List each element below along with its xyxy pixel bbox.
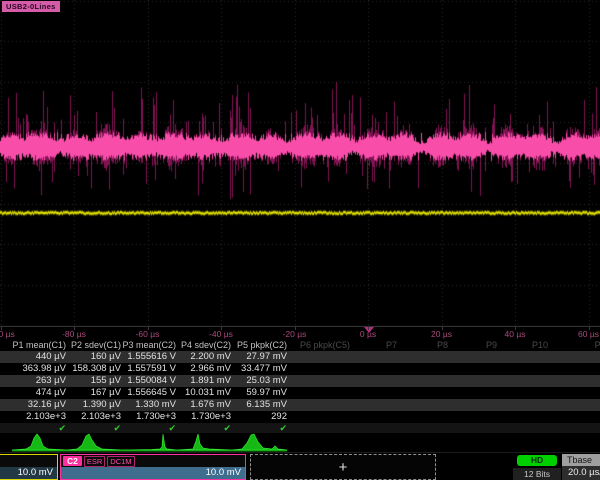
time-tick-label: 60 µs	[578, 329, 599, 339]
waveform-graticule[interactable]	[0, 0, 600, 327]
time-tick-label: 0 µs	[360, 329, 376, 339]
measure-cell: 6.135 mV	[209, 399, 287, 411]
measure-value-row: 474 µV167 µV1.556645 V10.031 mV59.97 mV	[0, 387, 600, 399]
channel-c2-descriptor[interactable]: C2 ESR DC1M 10.0 mV	[60, 454, 246, 480]
measure-cell: 292	[209, 411, 287, 423]
parameter-histicons	[0, 433, 600, 452]
c2-vertical-scale: 10.0 mV	[61, 467, 245, 479]
measure-value-row: 440 µV160 µV1.555616 V2.200 mV27.97 mV	[0, 351, 600, 363]
measure-header-row: P1 mean(C1)P2 sdev(C1)P3 mean(C2)P4 sdev…	[0, 340, 600, 351]
measure-value-row: 363.98 µV158.308 µV1.557591 V2.966 mV33.…	[0, 363, 600, 375]
measure-status-row: ✔✔✔✔✔	[0, 423, 600, 433]
trace-label[interactable]: USB2-0Lines	[2, 1, 60, 12]
channel-c1-descriptor[interactable]: C1 ESR DC1M 10.0 mV	[0, 454, 58, 480]
timebase-scale: 20.0 µs/div	[562, 466, 600, 480]
measure-value-row: 32.16 µV1.390 µV1.330 mV1.676 mV6.135 mV	[0, 399, 600, 411]
time-tick-label: -100 µs	[0, 329, 15, 339]
measure-cell: 59.97 mV	[209, 387, 287, 399]
time-tick-label: 40 µs	[505, 329, 526, 339]
measure-param-header[interactable]: P11	[532, 340, 600, 351]
c1-vertical-scale: 10.0 mV	[0, 467, 57, 479]
P3-histicon[interactable]	[122, 434, 177, 452]
measurement-table: P1 mean(C1)P2 sdev(C1)P3 mean(C2)P4 sdev…	[0, 340, 600, 433]
c2-esr-chip: ESR	[84, 456, 105, 467]
descriptor-row: C1 ESR DC1M 10.0 mV C2 ESR DC1M 10.0 mV …	[0, 452, 600, 480]
time-tick-label: -60 µs	[136, 329, 160, 339]
measure-cell: 25.03 mV	[209, 375, 287, 387]
time-tick-label: -80 µs	[62, 329, 86, 339]
adc-bits-label: 12 Bits	[513, 468, 561, 480]
time-axis: -100 µs -80 µs -60 µs -40 µs -20 µs 0 µs 20 µs…	[0, 327, 600, 340]
P2-histicon[interactable]	[67, 434, 122, 452]
c2-coupling-chip: DC1M	[107, 456, 134, 467]
timebase-box[interactable]: Tbase 20.0 µs/div	[562, 454, 600, 480]
P1-histicon[interactable]	[12, 434, 67, 452]
P5-histicon[interactable]	[232, 434, 287, 452]
status-check-icon: ✔	[209, 423, 287, 433]
timebase-title: Tbase	[562, 454, 600, 466]
measure-value-row: 263 µV155 µV1.550084 V1.891 mV25.03 mV	[0, 375, 600, 387]
time-tick-label: 20 µs	[431, 329, 452, 339]
P4-histicon[interactable]	[177, 434, 232, 452]
time-tick-label: -40 µs	[209, 329, 233, 339]
measure-value-row: 2.103e+32.103e+31.730e+31.730e+3292	[0, 411, 600, 423]
add-channel-button[interactable]: +	[250, 454, 436, 480]
c2-badge: C2	[63, 456, 82, 466]
hd-mode-badge[interactable]: HD	[517, 455, 557, 466]
measure-cell: 33.477 mV	[209, 363, 287, 375]
measure-cell: 27.97 mV	[209, 351, 287, 363]
time-tick-label: -20 µs	[283, 329, 307, 339]
oscilloscope-screen: USB2-0Lines -100 µs -80 µs -60 µs -40 µs -20…	[0, 0, 600, 480]
